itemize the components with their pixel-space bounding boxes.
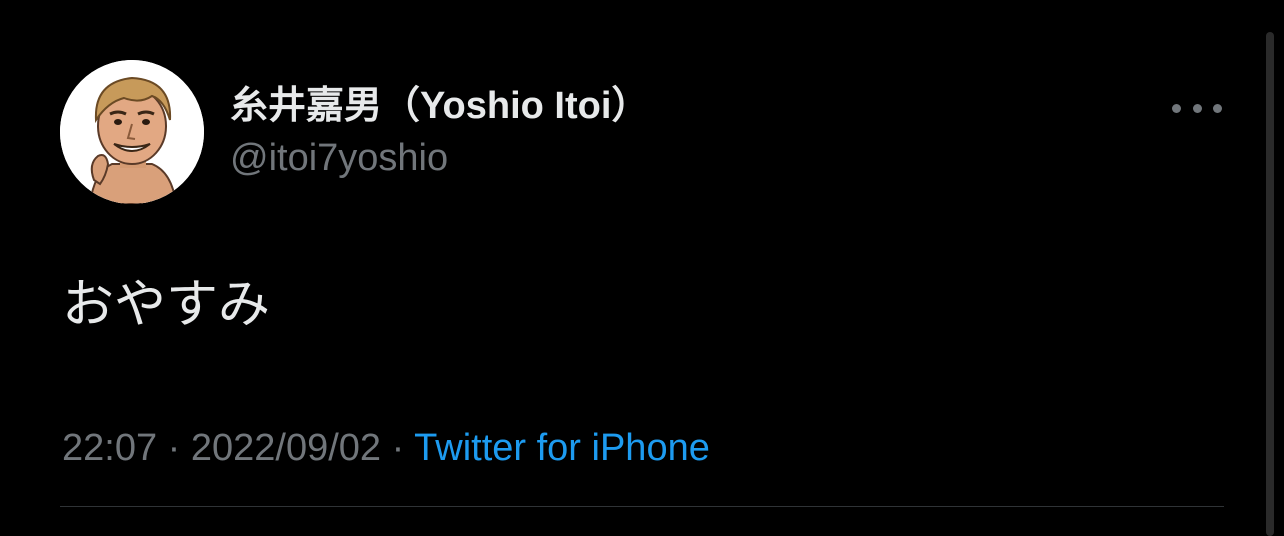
- more-options-button[interactable]: [1172, 92, 1222, 124]
- tweet-time[interactable]: 22:07: [62, 427, 157, 469]
- avatar[interactable]: [60, 60, 204, 204]
- more-horizontal-icon: [1192, 103, 1202, 113]
- meta-separator: ·: [381, 427, 415, 469]
- author-handle[interactable]: @itoi7yoshio: [230, 134, 448, 182]
- tweet-date[interactable]: 2022/09/02: [191, 427, 381, 469]
- tweet-metadata: 22:07 · 2022/09/02 · Twitter for iPhone: [62, 424, 710, 472]
- meta-separator: ·: [157, 427, 191, 469]
- author-display-name[interactable]: 糸井嘉男（Yoshio Itoi）: [230, 82, 649, 130]
- more-horizontal-icon: [1172, 103, 1181, 113]
- divider: [60, 506, 1224, 507]
- tweet-source-link[interactable]: Twitter for iPhone: [414, 427, 710, 469]
- tweet-text: おやすみ: [62, 275, 271, 335]
- avatar-illustration-icon: [60, 60, 204, 204]
- tweet-detail: 糸井嘉男（Yoshio Itoi） @itoi7yoshio おやすみ 22:0…: [0, 0, 1284, 536]
- more-horizontal-icon: [1213, 103, 1222, 113]
- scrollbar[interactable]: [1266, 32, 1274, 536]
